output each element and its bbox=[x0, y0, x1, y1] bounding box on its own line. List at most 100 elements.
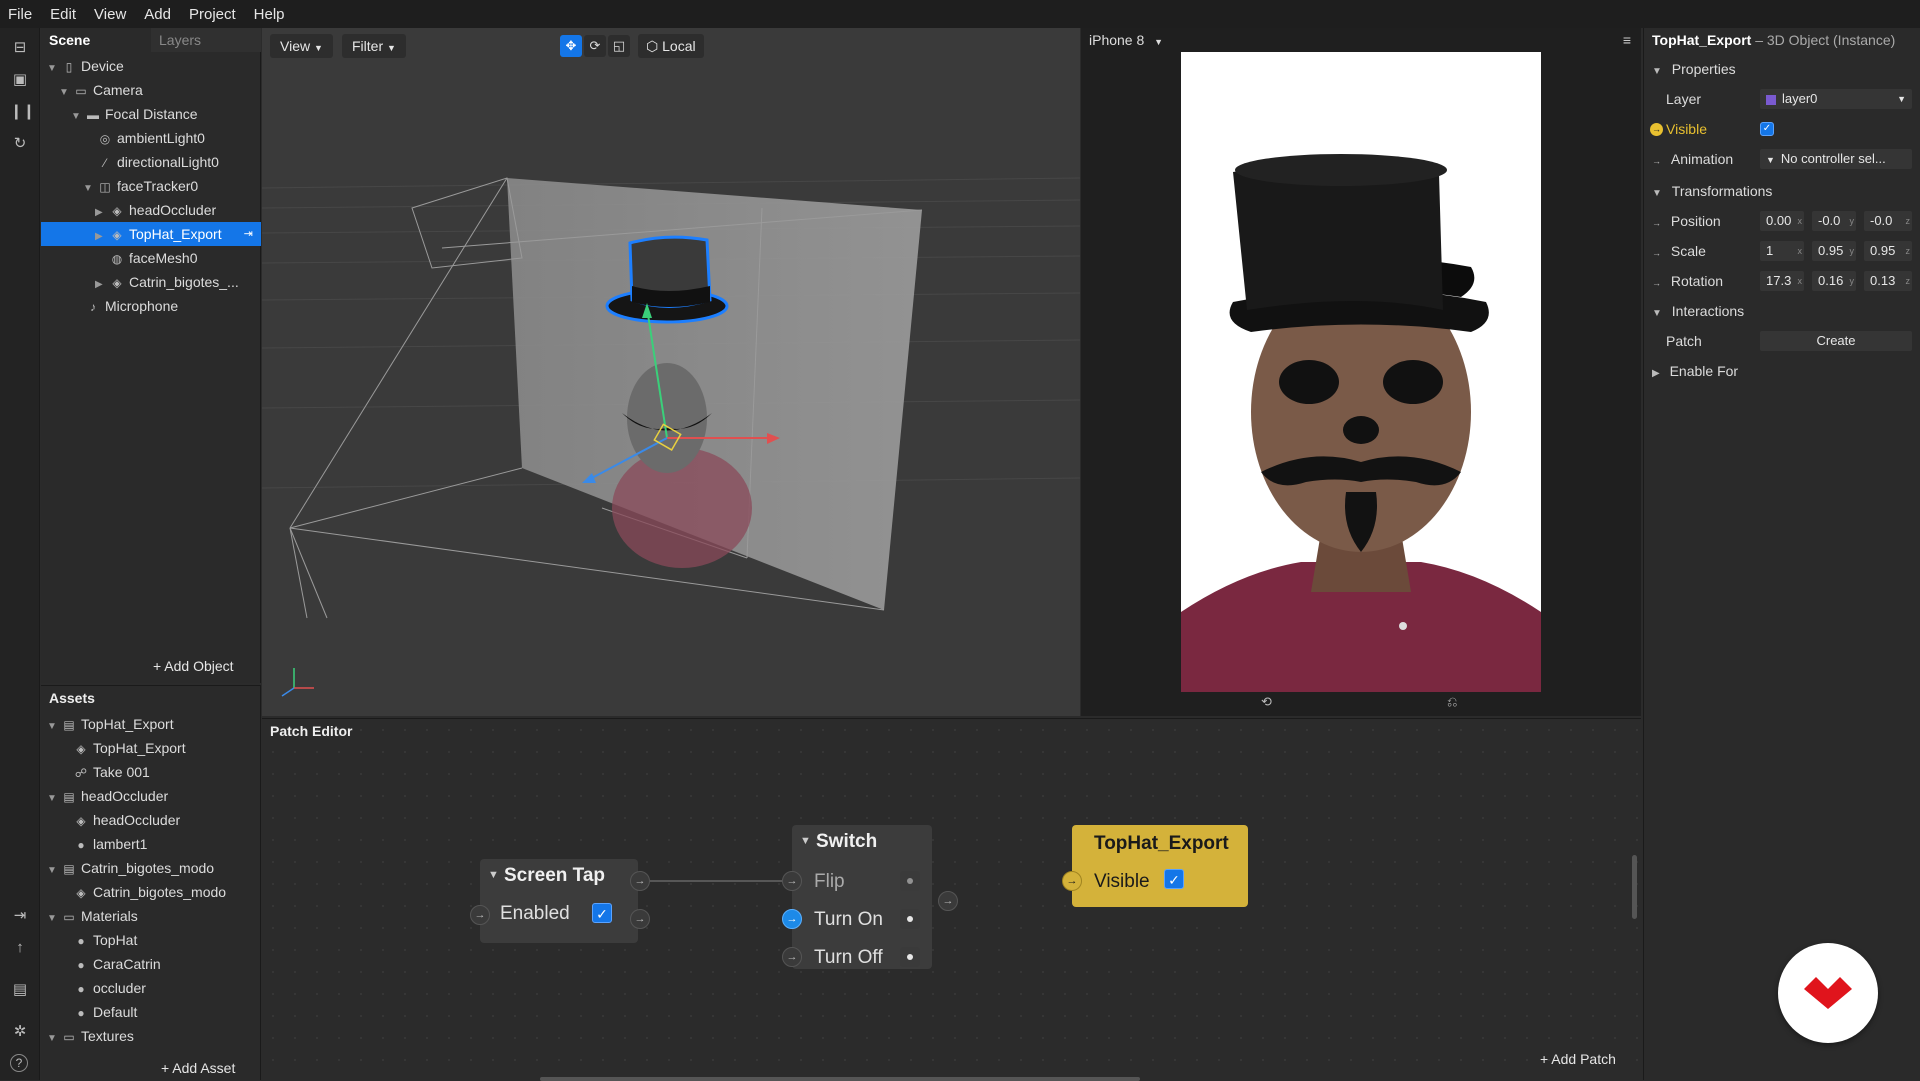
scale-x-field[interactable]: 1x bbox=[1760, 241, 1804, 261]
tree-item[interactable]: ▶ ◈ Catrin_bigotes_... bbox=[41, 270, 261, 294]
menu-view[interactable]: View bbox=[94, 6, 126, 23]
camera-icon[interactable]: ▣ bbox=[10, 70, 30, 90]
chevron-right-icon[interactable]: ▶ bbox=[95, 273, 109, 294]
tree-item[interactable]: ◎ ambientLight0 bbox=[41, 126, 261, 150]
turn-on-input-port[interactable]: → bbox=[782, 909, 802, 929]
tree-item[interactable]: ▼ ▤ TopHat_Export bbox=[41, 712, 261, 736]
switch-output-port[interactable]: → bbox=[938, 891, 958, 911]
refresh-icon[interactable]: ↻ bbox=[10, 134, 30, 154]
tree-item[interactable]: ● Default bbox=[41, 1000, 261, 1024]
menu-edit[interactable]: Edit bbox=[50, 6, 76, 23]
animation-select[interactable]: ▼ No controller sel... bbox=[1760, 149, 1912, 169]
tree-item[interactable]: ▶ ◈ TopHat_Export ⇥ bbox=[41, 222, 261, 246]
rotate-device-icon[interactable]: ⟲ bbox=[1261, 694, 1272, 710]
tree-item[interactable]: ◍ faceMesh0 bbox=[41, 246, 261, 270]
rotation-z-field[interactable]: 0.13 z bbox=[1864, 271, 1912, 291]
patch-arrow-icon[interactable]: → bbox=[1652, 278, 1661, 288]
assets-icon[interactable]: ▤ bbox=[10, 980, 30, 1000]
add-asset-button[interactable]: + Add Asset bbox=[161, 1060, 235, 1076]
pause-icon[interactable]: ❙❙ bbox=[10, 102, 35, 122]
horizontal-scrollbar[interactable] bbox=[540, 1077, 1140, 1081]
screen-tap-output-port-2[interactable]: → bbox=[630, 909, 650, 929]
tree-item[interactable]: ◈ headOccluder bbox=[41, 808, 261, 832]
screen-tap-patch[interactable]: ▼ Screen Tap Enabled ✓ bbox=[480, 859, 638, 943]
layer-select[interactable]: layer0 ▼ bbox=[1760, 89, 1912, 109]
scale-y-field[interactable]: 0.95 y bbox=[1812, 241, 1856, 261]
rotation-y-field[interactable]: 0.16 y bbox=[1812, 271, 1856, 291]
vertical-scrollbar[interactable] bbox=[1632, 855, 1637, 919]
tree-item[interactable]: ▼ ▬ Focal Distance bbox=[41, 102, 261, 126]
tab-scene[interactable]: Scene bbox=[41, 28, 151, 52]
device-selector[interactable]: iPhone 8 ▼ bbox=[1089, 32, 1163, 48]
chevron-right-icon[interactable]: ▶ bbox=[95, 201, 109, 222]
patch-arrow-icon[interactable]: → bbox=[1652, 156, 1661, 166]
rotate-tool-button[interactable]: ⟳ bbox=[584, 35, 606, 57]
position-x-field[interactable]: 0.00 x bbox=[1760, 211, 1804, 231]
upload-icon[interactable]: ↑ bbox=[10, 938, 30, 958]
enabled-input-port[interactable]: → bbox=[470, 905, 490, 925]
flip-dot[interactable] bbox=[900, 871, 920, 891]
chevron-down-icon[interactable]: ▼ bbox=[59, 81, 73, 102]
tree-item[interactable]: ▼ ◫ faceTracker0 bbox=[41, 174, 261, 198]
settings-icon[interactable]: ✲ bbox=[10, 1022, 30, 1042]
tree-item[interactable]: ▼ ▤ Catrin_bigotes_modo bbox=[41, 856, 261, 880]
tree-item[interactable]: ▼ ▭ Camera bbox=[41, 78, 261, 102]
visible-input-port[interactable]: → bbox=[1062, 871, 1082, 891]
menu-project[interactable]: Project bbox=[189, 6, 236, 23]
chevron-down-icon[interactable]: ▼ bbox=[71, 105, 85, 126]
scale-tool-button[interactable]: ◱ bbox=[608, 35, 630, 57]
chevron-down-icon[interactable]: ▼ bbox=[47, 57, 61, 78]
help-icon[interactable]: ? bbox=[10, 1054, 28, 1072]
tree-item[interactable]: ⁄ directionalLight0 bbox=[41, 150, 261, 174]
create-patch-button[interactable]: Create bbox=[1760, 331, 1912, 351]
chevron-right-icon[interactable]: ▶ bbox=[95, 225, 109, 246]
tree-item[interactable]: ▼ ▯ Device bbox=[41, 54, 261, 78]
patch-arrow-icon[interactable]: → bbox=[1650, 123, 1663, 136]
tree-item[interactable]: ● TopHat bbox=[41, 928, 261, 952]
chevron-down-icon[interactable]: ▼ bbox=[47, 787, 61, 808]
add-patch-button[interactable]: + Add Patch bbox=[1540, 1051, 1616, 1067]
enable-for-section[interactable]: ▶ Enable For bbox=[1644, 358, 1920, 384]
tree-item[interactable]: ♪ Microphone bbox=[41, 294, 261, 318]
tree-item[interactable]: ▼ ▭ Materials bbox=[41, 904, 261, 928]
move-tool-button[interactable]: ✥ bbox=[560, 35, 582, 57]
tree-item[interactable]: ▶ ◈ headOccluder bbox=[41, 198, 261, 222]
tophat-export-patch[interactable]: TopHat_Export Visible ✓ bbox=[1072, 825, 1248, 907]
patch-arrow-icon[interactable]: → bbox=[1652, 248, 1661, 258]
menu-help[interactable]: Help bbox=[254, 6, 285, 23]
rotation-x-field[interactable]: 17.3 x bbox=[1760, 271, 1804, 291]
patch-editor[interactable]: Patch Editor ▼ Screen Tap Enabled ✓ → → … bbox=[262, 718, 1878, 1081]
restart-icon[interactable]: ⎌ bbox=[1447, 694, 1457, 710]
transformations-section[interactable]: ▼ Transformations bbox=[1644, 178, 1920, 204]
hamburger-menu-icon[interactable]: ≡ bbox=[1623, 32, 1631, 48]
tree-item[interactable]: ● occluder bbox=[41, 976, 261, 1000]
tree-item[interactable]: ▼ ▭ Textures bbox=[41, 1024, 261, 1048]
add-object-button[interactable]: + Add Object bbox=[153, 658, 234, 674]
scene-viewport[interactable]: View ▼ Filter ▼ ✥ ⟳ ◱ ⬡ Local bbox=[262, 28, 1080, 716]
scene-panel-icon[interactable]: ⊟ bbox=[10, 38, 30, 58]
tree-item[interactable]: ◈ TopHat_Export bbox=[41, 736, 261, 760]
turn-on-dot[interactable] bbox=[900, 909, 920, 929]
chevron-down-icon[interactable]: ▼ bbox=[47, 715, 61, 736]
phone-preview[interactable] bbox=[1181, 52, 1541, 692]
local-space-toggle[interactable]: ⬡ Local bbox=[638, 34, 704, 58]
screen-tap-output-port[interactable]: → bbox=[630, 871, 650, 891]
view-dropdown[interactable]: View ▼ bbox=[270, 34, 333, 58]
menu-file[interactable]: File bbox=[8, 6, 32, 23]
filter-dropdown[interactable]: Filter ▼ bbox=[342, 34, 406, 58]
tree-item[interactable]: ▼ ▤ headOccluder bbox=[41, 784, 261, 808]
tophat-visible-checkbox[interactable]: ✓ bbox=[1164, 869, 1184, 889]
switch-patch[interactable]: ▼ Switch Flip Turn On Turn Off bbox=[792, 825, 932, 969]
visible-checkbox[interactable]: ✓ bbox=[1760, 122, 1774, 136]
scale-z-field[interactable]: 0.95 z bbox=[1864, 241, 1912, 261]
position-y-field[interactable]: -0.0 y bbox=[1812, 211, 1856, 231]
tree-item[interactable]: ● lambert1 bbox=[41, 832, 261, 856]
chevron-down-icon[interactable]: ▼ bbox=[47, 907, 61, 928]
chevron-down-icon[interactable]: ▼ bbox=[47, 859, 61, 880]
patch-send-icon[interactable]: ⇥ bbox=[244, 222, 253, 246]
enabled-checkbox[interactable]: ✓ bbox=[592, 903, 612, 923]
menu-add[interactable]: Add bbox=[144, 6, 171, 23]
patch-arrow-icon[interactable]: → bbox=[1652, 218, 1661, 228]
device-preview-icon[interactable]: ⇥ bbox=[10, 906, 30, 926]
tree-item[interactable]: ☍ Take 001 bbox=[41, 760, 261, 784]
